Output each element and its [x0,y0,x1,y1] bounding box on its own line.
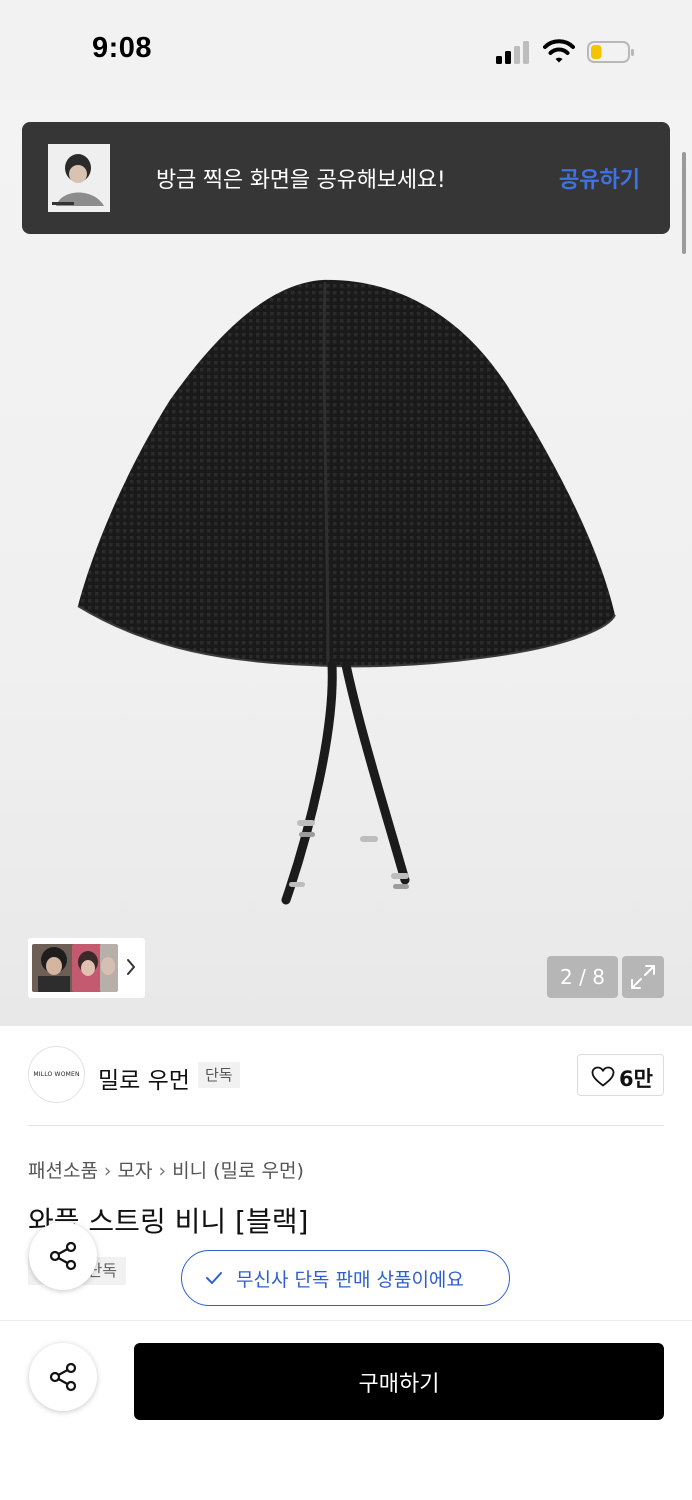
brand-row: MILLO WOMEN 밀로 우먼 단독 6만 [0,1026,692,1126]
share-now-button[interactable]: 공유하기 [559,162,640,194]
status-time: 9:08 [92,32,153,64]
expand-icon [631,965,655,989]
breadcrumb-separator-icon: › [158,1160,167,1182]
share-toast: 방금 찍은 화면을 공유해보세요! 공유하기 [22,122,670,234]
screenshot-thumbnail[interactable] [48,144,110,212]
brand-logo[interactable]: MILLO WOMEN [28,1046,85,1103]
check-icon [206,1272,222,1284]
like-button[interactable]: 6만 [577,1054,664,1096]
brand-name[interactable]: 밀로 우먼 [98,1061,190,1095]
breadcrumb-item[interactable]: 비니 (밀로 우먼) [172,1160,304,1182]
look-thumbnail [100,944,118,992]
look-thumbnail [72,944,102,992]
chevron-right-icon [127,959,135,975]
breadcrumb-separator-icon: › [103,1160,112,1182]
floating-share-button[interactable] [29,1222,97,1290]
look-thumbnail [32,944,76,992]
breadcrumb: 패션소품 › 모자 › 비니 (밀로 우먼) [28,1156,304,1183]
breadcrumb-item[interactable]: 모자 [118,1160,153,1182]
brand-exclusive-badge: 단독 [198,1062,240,1088]
expand-button[interactable] [622,956,664,998]
buy-button[interactable]: 구매하기 [134,1343,664,1420]
scroll-indicator [682,152,686,254]
beanie-image [77,279,616,905]
divider [28,1125,664,1126]
screenshot-preview-icon [48,144,110,212]
exclusive-notice-text: 무신사 단독 판매 상품이에요 [236,1269,464,1291]
product-image[interactable] [0,100,692,1026]
battery-icon [587,41,634,63]
wifi-icon [543,39,575,63]
heart-icon [591,1066,615,1087]
signal-icon [496,41,529,64]
status-bar: 9:08 [0,0,692,100]
toast-message: 방금 찍은 화면을 공유해보세요! [156,168,446,193]
like-count: 6만 [619,1067,653,1091]
breadcrumb-item[interactable]: 패션소품 [28,1160,98,1182]
bottom-action-bar: 구매하기 [0,1320,692,1500]
share-button[interactable] [29,1343,97,1411]
exclusive-notice[interactable]: 무신사 단독 판매 상품이에요 [181,1250,510,1306]
related-looks-button[interactable] [28,938,145,998]
share-icon [49,1362,77,1392]
share-icon [49,1241,77,1271]
image-pager: 2 / 8 [547,956,618,998]
